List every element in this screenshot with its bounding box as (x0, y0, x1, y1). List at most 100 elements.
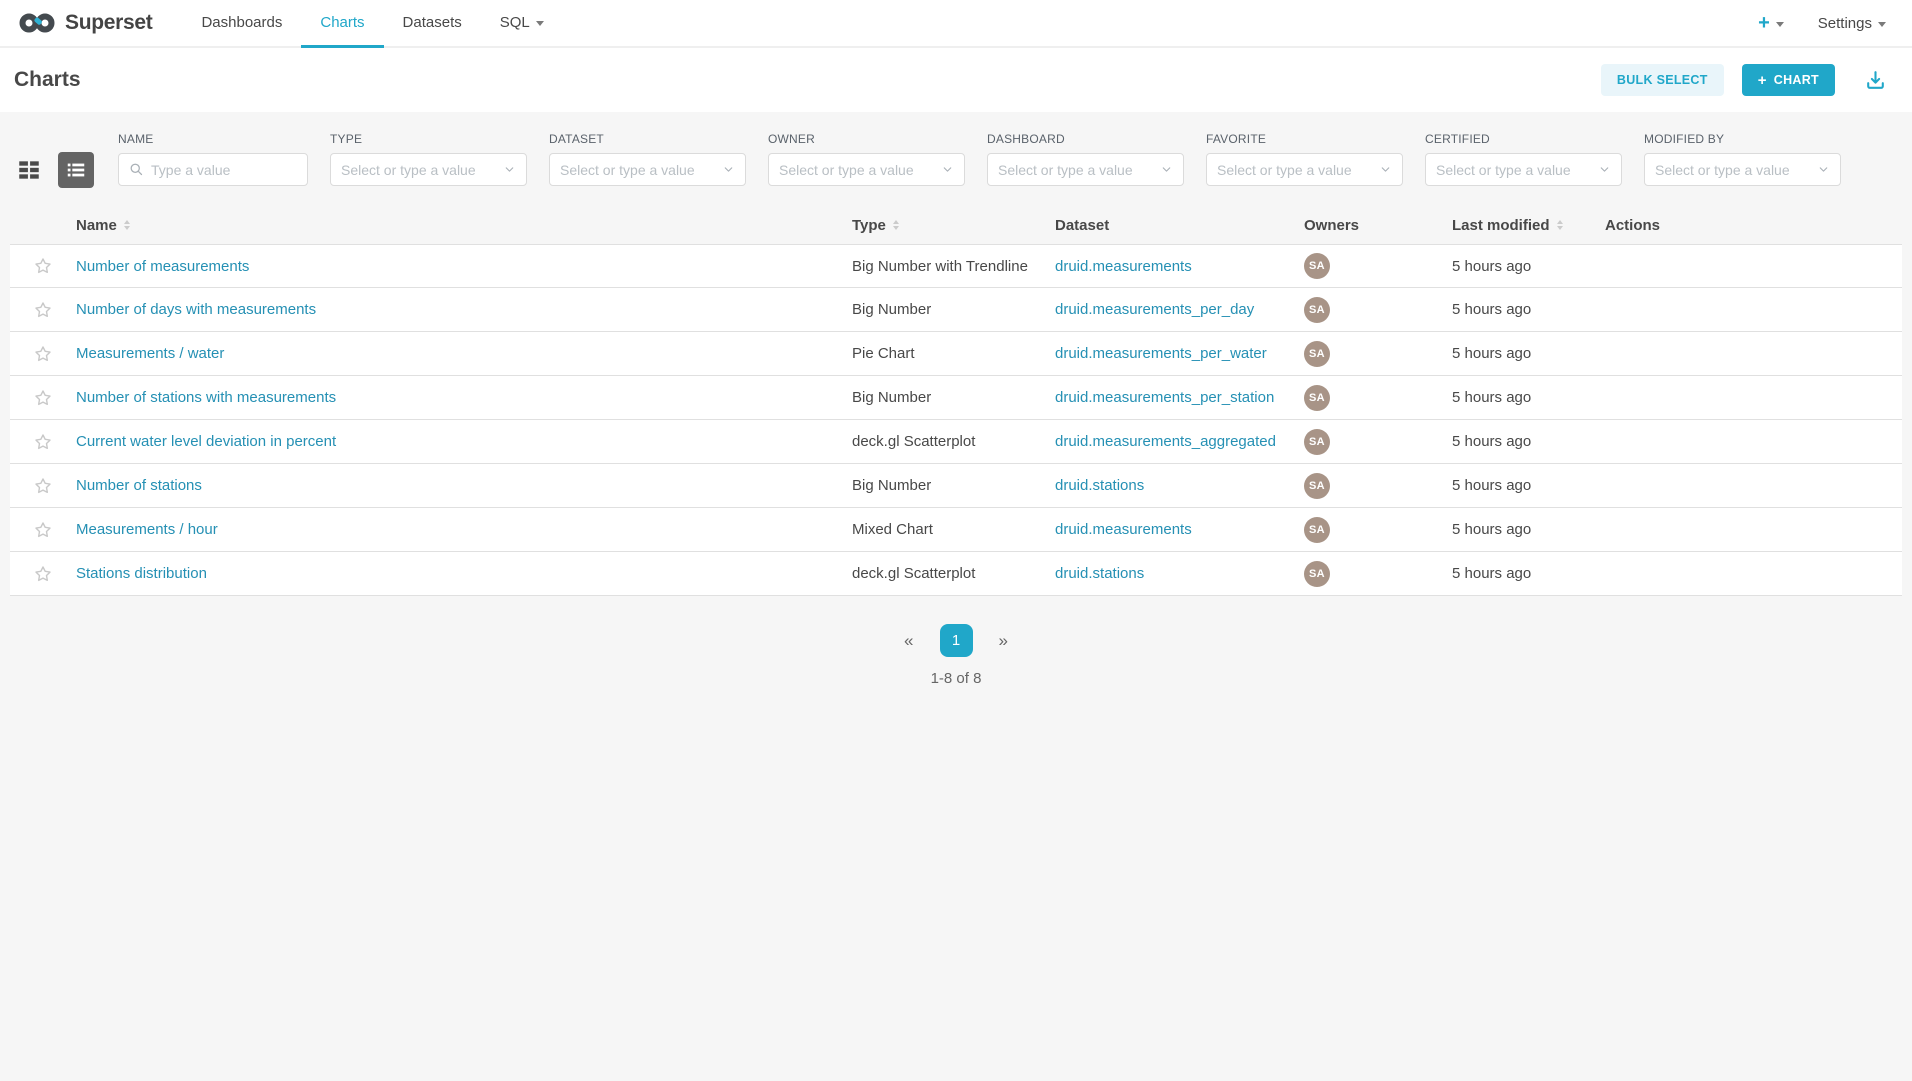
owners-cell: SA (1304, 341, 1452, 367)
table-row: Number of stations with measurementsBig … (10, 376, 1902, 420)
select-placeholder: Select or type a value (560, 162, 722, 178)
chevron-down-icon (503, 163, 516, 176)
view-mode-toggles (14, 153, 94, 186)
favorite-star-icon[interactable] (33, 388, 53, 408)
dataset-link[interactable]: druid.measurements (1055, 521, 1192, 538)
superset-infinity-icon (18, 11, 56, 35)
owner-avatar[interactable]: SA (1304, 429, 1330, 455)
list-view-toggle[interactable] (58, 152, 94, 188)
table-row: Current water level deviation in percent… (10, 420, 1902, 464)
filter-label: DATASET (549, 132, 746, 146)
nav-item-charts[interactable]: Charts (301, 0, 383, 48)
last-modified: 5 hours ago (1452, 433, 1605, 450)
dataset-link[interactable]: druid.measurements_per_station (1055, 389, 1274, 406)
caret-down-icon (536, 21, 544, 26)
nav-item-datasets[interactable]: Datasets (384, 0, 481, 48)
dataset-cell: druid.measurements_aggregated (1055, 433, 1304, 450)
owner-avatar[interactable]: SA (1304, 561, 1330, 587)
column-header-last-modified[interactable]: Last modified (1452, 217, 1605, 234)
owners-cell: SA (1304, 297, 1452, 323)
sort-icon (124, 220, 130, 230)
chart-name-cell: Number of stations with measurements (76, 389, 852, 406)
filter-dashboard-select[interactable]: Select or type a value (987, 153, 1184, 186)
dataset-link[interactable]: druid.measurements_per_water (1055, 345, 1267, 362)
superset-logo[interactable]: Superset (0, 0, 156, 46)
chart-name-link[interactable]: Number of measurements (76, 258, 249, 275)
last-modified: 5 hours ago (1452, 477, 1605, 494)
dataset-link[interactable]: druid.measurements (1055, 258, 1192, 275)
dataset-link[interactable]: druid.stations (1055, 565, 1144, 582)
chart-name-link[interactable]: Number of stations (76, 477, 202, 494)
owners-cell: SA (1304, 517, 1452, 543)
chart-name-link[interactable]: Number of stations with measurements (76, 389, 336, 406)
dataset-link[interactable]: druid.measurements_per_day (1055, 301, 1254, 318)
chevron-down-icon (722, 163, 735, 176)
chart-name-link[interactable]: Number of days with measurements (76, 301, 316, 318)
import-charts-icon[interactable] (1863, 68, 1888, 93)
chart-type: Big Number with Trendline (852, 258, 1055, 275)
chart-name-link[interactable]: Stations distribution (76, 565, 207, 582)
owner-avatar[interactable]: SA (1304, 517, 1330, 543)
owner-avatar[interactable]: SA (1304, 297, 1330, 323)
column-header-name[interactable]: Name (76, 217, 852, 234)
pagination-prev[interactable]: « (904, 631, 913, 651)
chevron-down-icon (1160, 163, 1173, 176)
navbar: Superset DashboardsChartsDatasetsSQL + S… (0, 0, 1912, 48)
search-icon (129, 162, 144, 177)
new-item-dropdown[interactable]: + (1758, 13, 1784, 33)
filter-type-select[interactable]: Select or type a value (330, 153, 527, 186)
owner-avatar[interactable]: SA (1304, 341, 1330, 367)
column-header-type[interactable]: Type (852, 217, 1055, 234)
filter-modified-by-select[interactable]: Select or type a value (1644, 153, 1841, 186)
chart-name-link[interactable]: Measurements / hour (76, 521, 218, 538)
favorite-star-icon[interactable] (33, 564, 53, 584)
filter-field-name: NAME (118, 132, 308, 186)
nav-item-sql[interactable]: SQL (481, 0, 563, 48)
filter-certified-select[interactable]: Select or type a value (1425, 153, 1622, 186)
pagination-next[interactable]: » (999, 631, 1008, 651)
column-header-label: Dataset (1055, 217, 1109, 234)
dataset-link[interactable]: druid.measurements_aggregated (1055, 433, 1276, 450)
favorite-star-icon[interactable] (33, 432, 53, 452)
select-placeholder: Select or type a value (1655, 162, 1817, 178)
chart-name-link[interactable]: Measurements / water (76, 345, 224, 362)
favorite-cell (10, 520, 76, 540)
favorite-star-icon[interactable] (33, 256, 53, 276)
sort-icon (1557, 220, 1563, 230)
table-row: Number of measurements Big Number with Tr… (10, 244, 1902, 288)
filter-label: CERTIFIED (1425, 132, 1622, 146)
select-placeholder: Select or type a value (1217, 162, 1379, 178)
owners-cell: SA (1304, 429, 1452, 455)
dataset-link[interactable]: druid.stations (1055, 477, 1144, 494)
favorite-cell (10, 388, 76, 408)
chart-type: Pie Chart (852, 345, 1055, 362)
bulk-select-button[interactable]: BULK SELECT (1601, 64, 1724, 96)
owner-avatar[interactable]: SA (1304, 385, 1330, 411)
favorite-star-icon[interactable] (33, 344, 53, 364)
nav-item-dashboards[interactable]: Dashboards (182, 0, 301, 48)
favorite-star-icon[interactable] (33, 520, 53, 540)
filter-name-text-input[interactable] (151, 162, 297, 178)
settings-dropdown[interactable]: Settings (1818, 15, 1886, 32)
last-modified: 5 hours ago (1452, 521, 1605, 538)
filter-dataset-select[interactable]: Select or type a value (549, 153, 746, 186)
filter-label: DASHBOARD (987, 132, 1184, 146)
chart-name-link[interactable]: Current water level deviation in percent (76, 433, 336, 450)
settings-label: Settings (1818, 15, 1872, 32)
page-title: Charts (14, 68, 81, 92)
card-view-toggle[interactable] (14, 155, 44, 185)
filter-label: MODIFIED BY (1644, 132, 1841, 146)
select-placeholder: Select or type a value (779, 162, 941, 178)
favorite-star-icon[interactable] (33, 476, 53, 496)
owner-avatar[interactable]: SA (1304, 253, 1330, 279)
pagination-page-1[interactable]: 1 (940, 624, 973, 657)
charts-table: NameTypeDatasetOwnersLast modifiedAction… (0, 206, 1912, 596)
filter-name-input[interactable] (118, 153, 308, 186)
filter-favorite-select[interactable]: Select or type a value (1206, 153, 1403, 186)
filter-owner-select[interactable]: Select or type a value (768, 153, 965, 186)
favorite-star-icon[interactable] (33, 300, 53, 320)
new-chart-button[interactable]: + CHART (1742, 64, 1835, 96)
owner-avatar[interactable]: SA (1304, 473, 1330, 499)
favorite-cell (10, 432, 76, 452)
chart-name-cell: Current water level deviation in percent (76, 433, 852, 450)
